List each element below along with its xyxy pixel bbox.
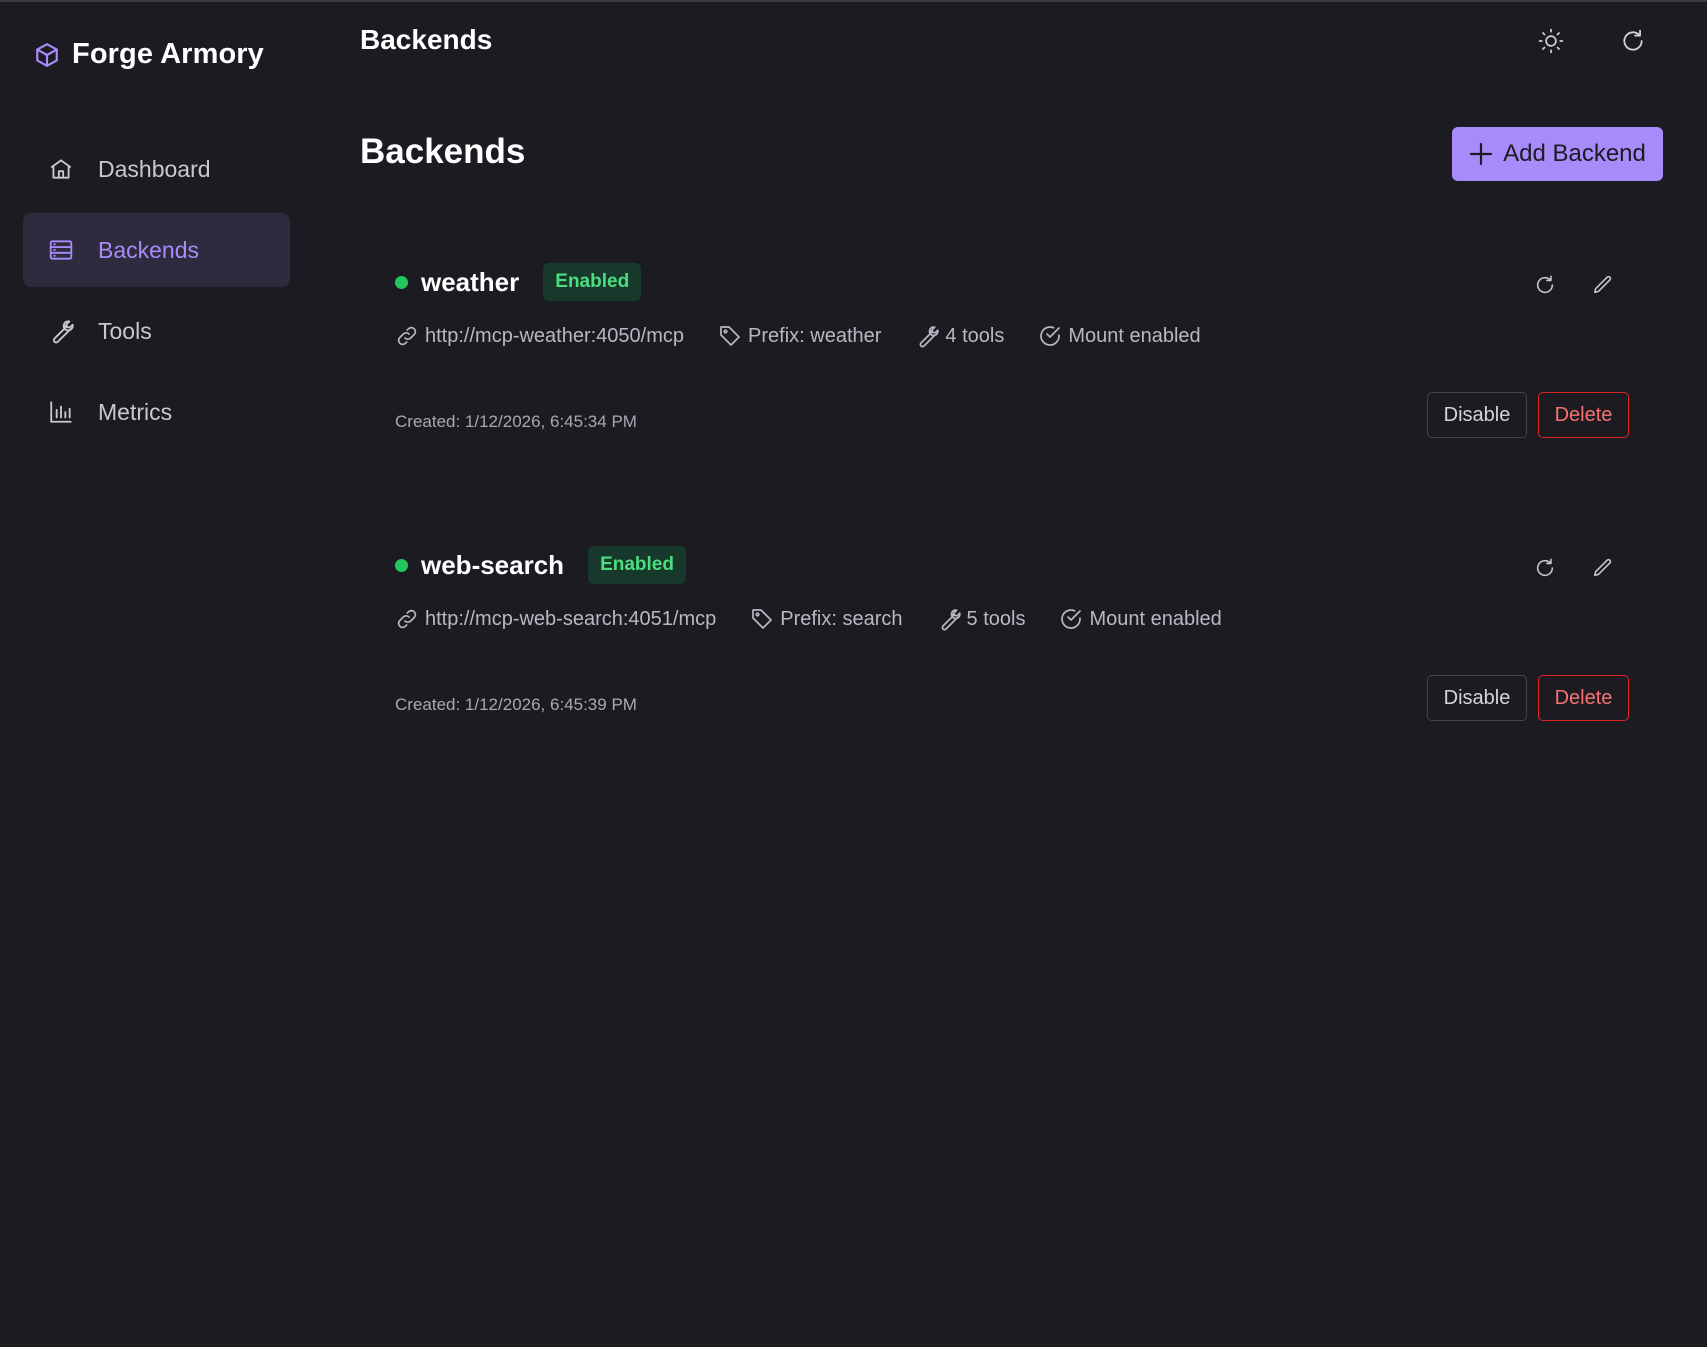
delete-button[interactable]: Delete [1538, 392, 1629, 438]
pencil-icon [1592, 274, 1614, 296]
backend-mount-status: Mount enabled [1038, 324, 1201, 348]
backend-url-text: http://mcp-weather:4050/mcp [425, 324, 685, 347]
refresh-icon [1620, 28, 1646, 54]
backend-tools-text: 5 tools [966, 607, 1026, 630]
status-badge: Enabled [588, 546, 686, 584]
bar-chart-icon [48, 399, 74, 425]
backend-meta: http://mcp-weather:4050/mcp Prefix: weat… [395, 324, 1235, 348]
backend-card-header: web-search Enabled [395, 545, 686, 585]
check-circle-icon [1038, 324, 1068, 348]
sidebar-item-label: Dashboard [98, 155, 211, 182]
backend-name: web-search [421, 549, 565, 580]
header-title: Backends [360, 24, 493, 55]
pencil-icon [1592, 557, 1614, 579]
created-timestamp: Created: 1/12/2026, 6:45:39 PM [395, 695, 637, 714]
page-title: Backends [360, 132, 526, 171]
sidebar-nav: Dashboard Backends Tools Metrics [23, 132, 290, 456]
backend-prefix: Prefix: search [750, 607, 903, 631]
backend-mount-text: Mount enabled [1089, 607, 1222, 630]
backend-mount-status: Mount enabled [1059, 607, 1222, 631]
sidebar-item-label: Tools [98, 317, 152, 344]
refresh-backend-button[interactable] [1530, 270, 1560, 300]
app-root: Forge Armory Dashboard Backends Tools Me… [0, 0, 1707, 1347]
sidebar-item-metrics[interactable]: Metrics [23, 375, 290, 449]
refresh-backend-button[interactable] [1530, 553, 1560, 583]
link-icon [395, 324, 425, 348]
sidebar-item-dashboard[interactable]: Dashboard [23, 132, 290, 206]
created-timestamp: Created: 1/12/2026, 6:45:34 PM [395, 412, 637, 431]
disable-button[interactable]: Disable [1427, 392, 1527, 438]
sidebar-item-label: Backends [98, 236, 200, 263]
status-dot [395, 275, 408, 289]
sidebar-item-tools[interactable]: Tools [23, 294, 290, 368]
theme-toggle-button[interactable] [1534, 24, 1568, 58]
edit-backend-button[interactable] [1588, 270, 1618, 300]
disable-button[interactable]: Disable [1427, 675, 1527, 721]
refresh-button[interactable] [1616, 24, 1650, 58]
tag-icon [750, 607, 780, 631]
wrench-icon [937, 607, 967, 631]
backend-url: http://mcp-web-search:4051/mcp [395, 607, 716, 631]
status-dot [395, 558, 408, 572]
tag-icon [718, 324, 748, 348]
backend-prefix-text: Prefix: weather [748, 324, 882, 347]
server-icon [48, 237, 74, 263]
refresh-icon [1534, 557, 1556, 579]
add-backend-label: Add Backend [1503, 140, 1646, 167]
sidebar-item-label: Metrics [98, 398, 173, 425]
backend-card: weather Enabled http://mcp-weather:4050/… [360, 262, 1670, 522]
plus-icon [1469, 142, 1493, 166]
link-icon [395, 607, 425, 631]
backend-mount-text: Mount enabled [1068, 324, 1201, 347]
backend-name: weather [421, 266, 520, 297]
backend-card: web-search Enabled http://mcp-web-search… [360, 545, 1670, 805]
home-icon [48, 156, 74, 182]
backend-meta: http://mcp-web-search:4051/mcp Prefix: s… [395, 607, 1256, 631]
brand-name: Forge Armory [72, 38, 264, 70]
brand[interactable]: Forge Armory [34, 38, 264, 71]
backend-url-text: http://mcp-web-search:4051/mcp [425, 607, 717, 630]
sidebar-item-backends[interactable]: Backends [23, 213, 290, 287]
backend-tools-count: 5 tools [937, 607, 1026, 631]
edit-backend-button[interactable] [1588, 553, 1618, 583]
add-backend-button[interactable]: Add Backend [1452, 127, 1663, 181]
wrench-icon [915, 324, 945, 348]
backend-url: http://mcp-weather:4050/mcp [395, 324, 684, 348]
backend-prefix-text: Prefix: search [780, 607, 903, 630]
sun-icon [1538, 28, 1564, 54]
backend-tools-text: 4 tools [945, 324, 1005, 347]
backend-prefix: Prefix: weather [718, 324, 881, 348]
refresh-icon [1534, 274, 1556, 296]
check-circle-icon [1059, 607, 1089, 631]
backend-tools-count: 4 tools [915, 324, 1004, 348]
cube-icon [34, 42, 60, 68]
wrench-icon [48, 318, 74, 344]
backend-card-header: weather Enabled [395, 262, 642, 302]
sidebar: Forge Armory Dashboard Backends Tools Me… [0, 0, 312, 1347]
status-badge: Enabled [543, 263, 642, 301]
delete-button[interactable]: Delete [1538, 675, 1629, 721]
